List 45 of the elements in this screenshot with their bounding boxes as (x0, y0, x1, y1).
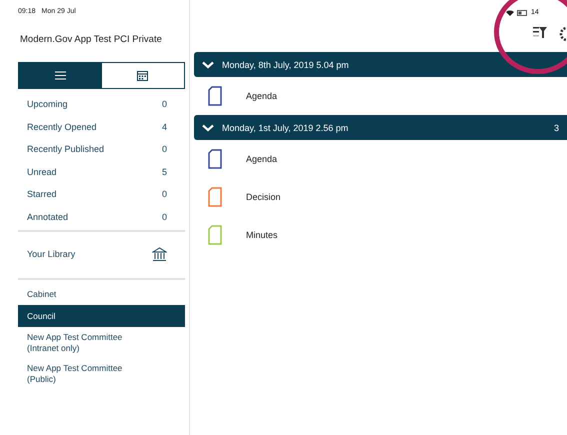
filter-item[interactable]: Recently Opened 4 (27, 116, 167, 138)
meeting-date: Monday, 8th July, 2019 5.04 pm (222, 60, 349, 70)
filter-label: Recently Opened (27, 122, 97, 132)
library-icon (152, 246, 167, 262)
filter-item[interactable]: Unread 5 (27, 160, 167, 183)
filter-count: 5 (162, 166, 167, 177)
meeting-header[interactable]: Monday, 8th July, 2019 5.04 pm (194, 52, 567, 77)
settings-icon[interactable] (557, 26, 567, 42)
committee-item[interactable]: New App Test Committee (Intranet only) (18, 327, 185, 358)
filter-count: 0 (162, 99, 167, 110)
document-row[interactable]: Agenda (194, 140, 567, 178)
filter-item[interactable]: Upcoming 0 (27, 93, 167, 116)
app-title: Modern.Gov App Test PCI Private (19, 33, 163, 47)
library-label: Your Library (27, 249, 76, 259)
meeting-date: Monday, 1st July, 2019 2.56 pm (222, 122, 348, 132)
filter-label: Unread (27, 166, 57, 177)
document-name: Minutes (246, 230, 278, 240)
document-row[interactable]: Minutes (194, 216, 567, 254)
document-name: Agenda (246, 91, 278, 101)
document-name: Agenda (246, 154, 278, 164)
filter-count: 0 (162, 212, 167, 222)
committee-item[interactable]: Cabinet (18, 283, 185, 305)
committee-item[interactable]: Council (18, 305, 185, 327)
filter-label: Starred (27, 189, 57, 200)
wifi-icon (506, 10, 514, 16)
calendar-icon (137, 70, 148, 81)
document-row[interactable]: Decision (194, 178, 567, 216)
committee-item[interactable]: New App Test Committee (Public) (18, 358, 185, 390)
filter-item[interactable]: Recently Published 0 (27, 138, 167, 160)
library-item[interactable]: Your Library (27, 232, 167, 276)
filter-item[interactable]: Annotated 0 (27, 206, 167, 228)
battery-icon (517, 10, 528, 16)
filter-label: Annotated (27, 212, 68, 222)
filter-icon[interactable] (533, 26, 547, 39)
meeting-header[interactable]: Monday, 1st July, 2019 2.56 pm 3 (194, 115, 567, 140)
filter-count: 0 (162, 189, 167, 200)
filter-label: Recently Published (27, 144, 104, 154)
filter-count: 0 (162, 144, 167, 154)
filter-count: 4 (162, 122, 167, 132)
document-count: 3 (554, 122, 559, 132)
document-name: Decision (246, 192, 281, 202)
filter-item[interactable]: Starred 0 (27, 183, 167, 206)
filter-label: Upcoming (27, 99, 68, 110)
document-row[interactable]: Agenda (194, 77, 567, 115)
list-icon (54, 71, 66, 80)
